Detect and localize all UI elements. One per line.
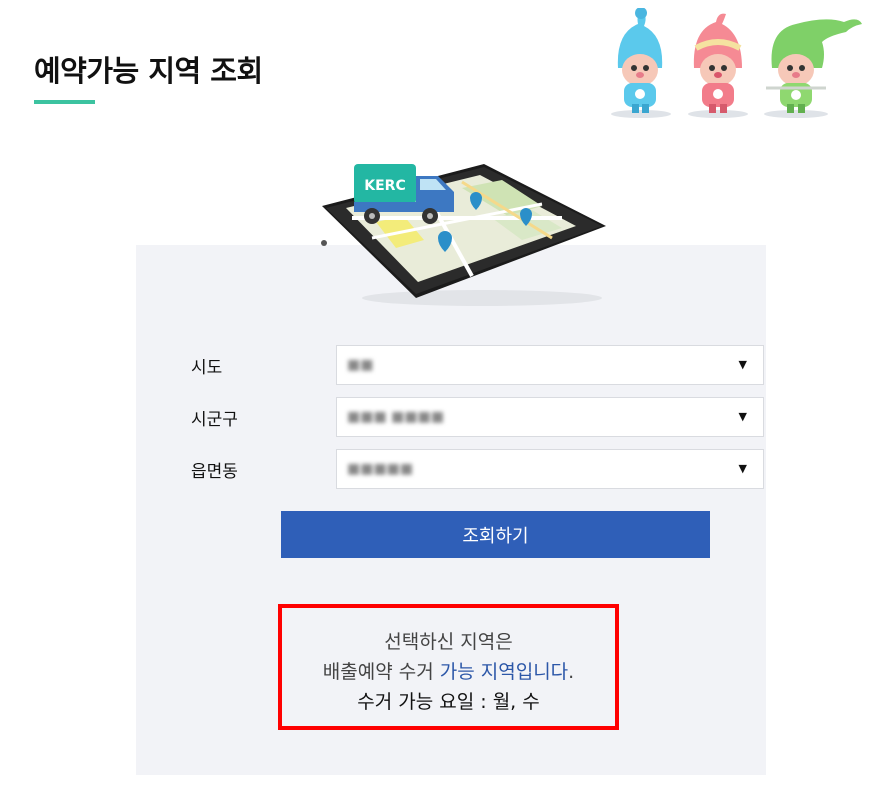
eupmyeondong-label: 읍면동 — [191, 462, 238, 482]
chevron-down-icon: ▼ — [738, 462, 747, 475]
title-underline — [34, 100, 95, 104]
search-button[interactable]: 조회하기 — [281, 511, 710, 558]
result-line-2: 배출예약 수거 가능 지역입니다. — [282, 657, 615, 687]
sido-value: ■■ — [347, 357, 374, 373]
mascots-illustration — [611, 8, 862, 118]
sigungu-select[interactable]: ■■■ ■■■■ ▼ — [336, 397, 764, 437]
sido-label: 시도 — [191, 358, 223, 378]
result-box: 선택하신 지역은 배출예약 수거 가능 지역입니다. 수거 가능 요일 : 월,… — [278, 604, 619, 730]
eupmyeondong-select[interactable]: ■■■■■ ▼ — [336, 449, 764, 489]
collection-days: 수거 가능 요일 : 월, 수 — [357, 691, 540, 713]
result-line-2-suffix: . — [568, 661, 575, 683]
truck-label: KERC — [364, 178, 405, 194]
sigungu-label: 시군구 — [191, 410, 238, 430]
eupmyeondong-value: ■■■■■ — [347, 461, 414, 477]
result-line-2-prefix: 배출예약 수거 — [322, 661, 440, 683]
field-row-sigungu: 시군구 ■■■ ■■■■ ▼ — [191, 397, 764, 437]
field-row-sido: 시도 ■■ ▼ — [191, 345, 764, 385]
chevron-down-icon: ▼ — [738, 410, 747, 423]
page-title: 예약가능 지역 조회 — [34, 54, 263, 88]
result-line-1: 선택하신 지역은 — [384, 631, 513, 653]
sido-select[interactable]: ■■ ▼ — [336, 345, 764, 385]
sigungu-value: ■■■ ■■■■ — [347, 409, 445, 425]
available-area-text: 가능 지역입니다 — [439, 661, 569, 683]
search-panel: 시도 ■■ ▼ 시군구 ■■■ ■■■■ ▼ 읍면동 ■■■■■ ▼ 조회하기 … — [136, 245, 766, 775]
tablet-map-illustration: KERC — [321, 164, 606, 306]
field-row-eupmyeondong: 읍면동 ■■■■■ ▼ — [191, 449, 764, 489]
chevron-down-icon: ▼ — [738, 358, 747, 371]
